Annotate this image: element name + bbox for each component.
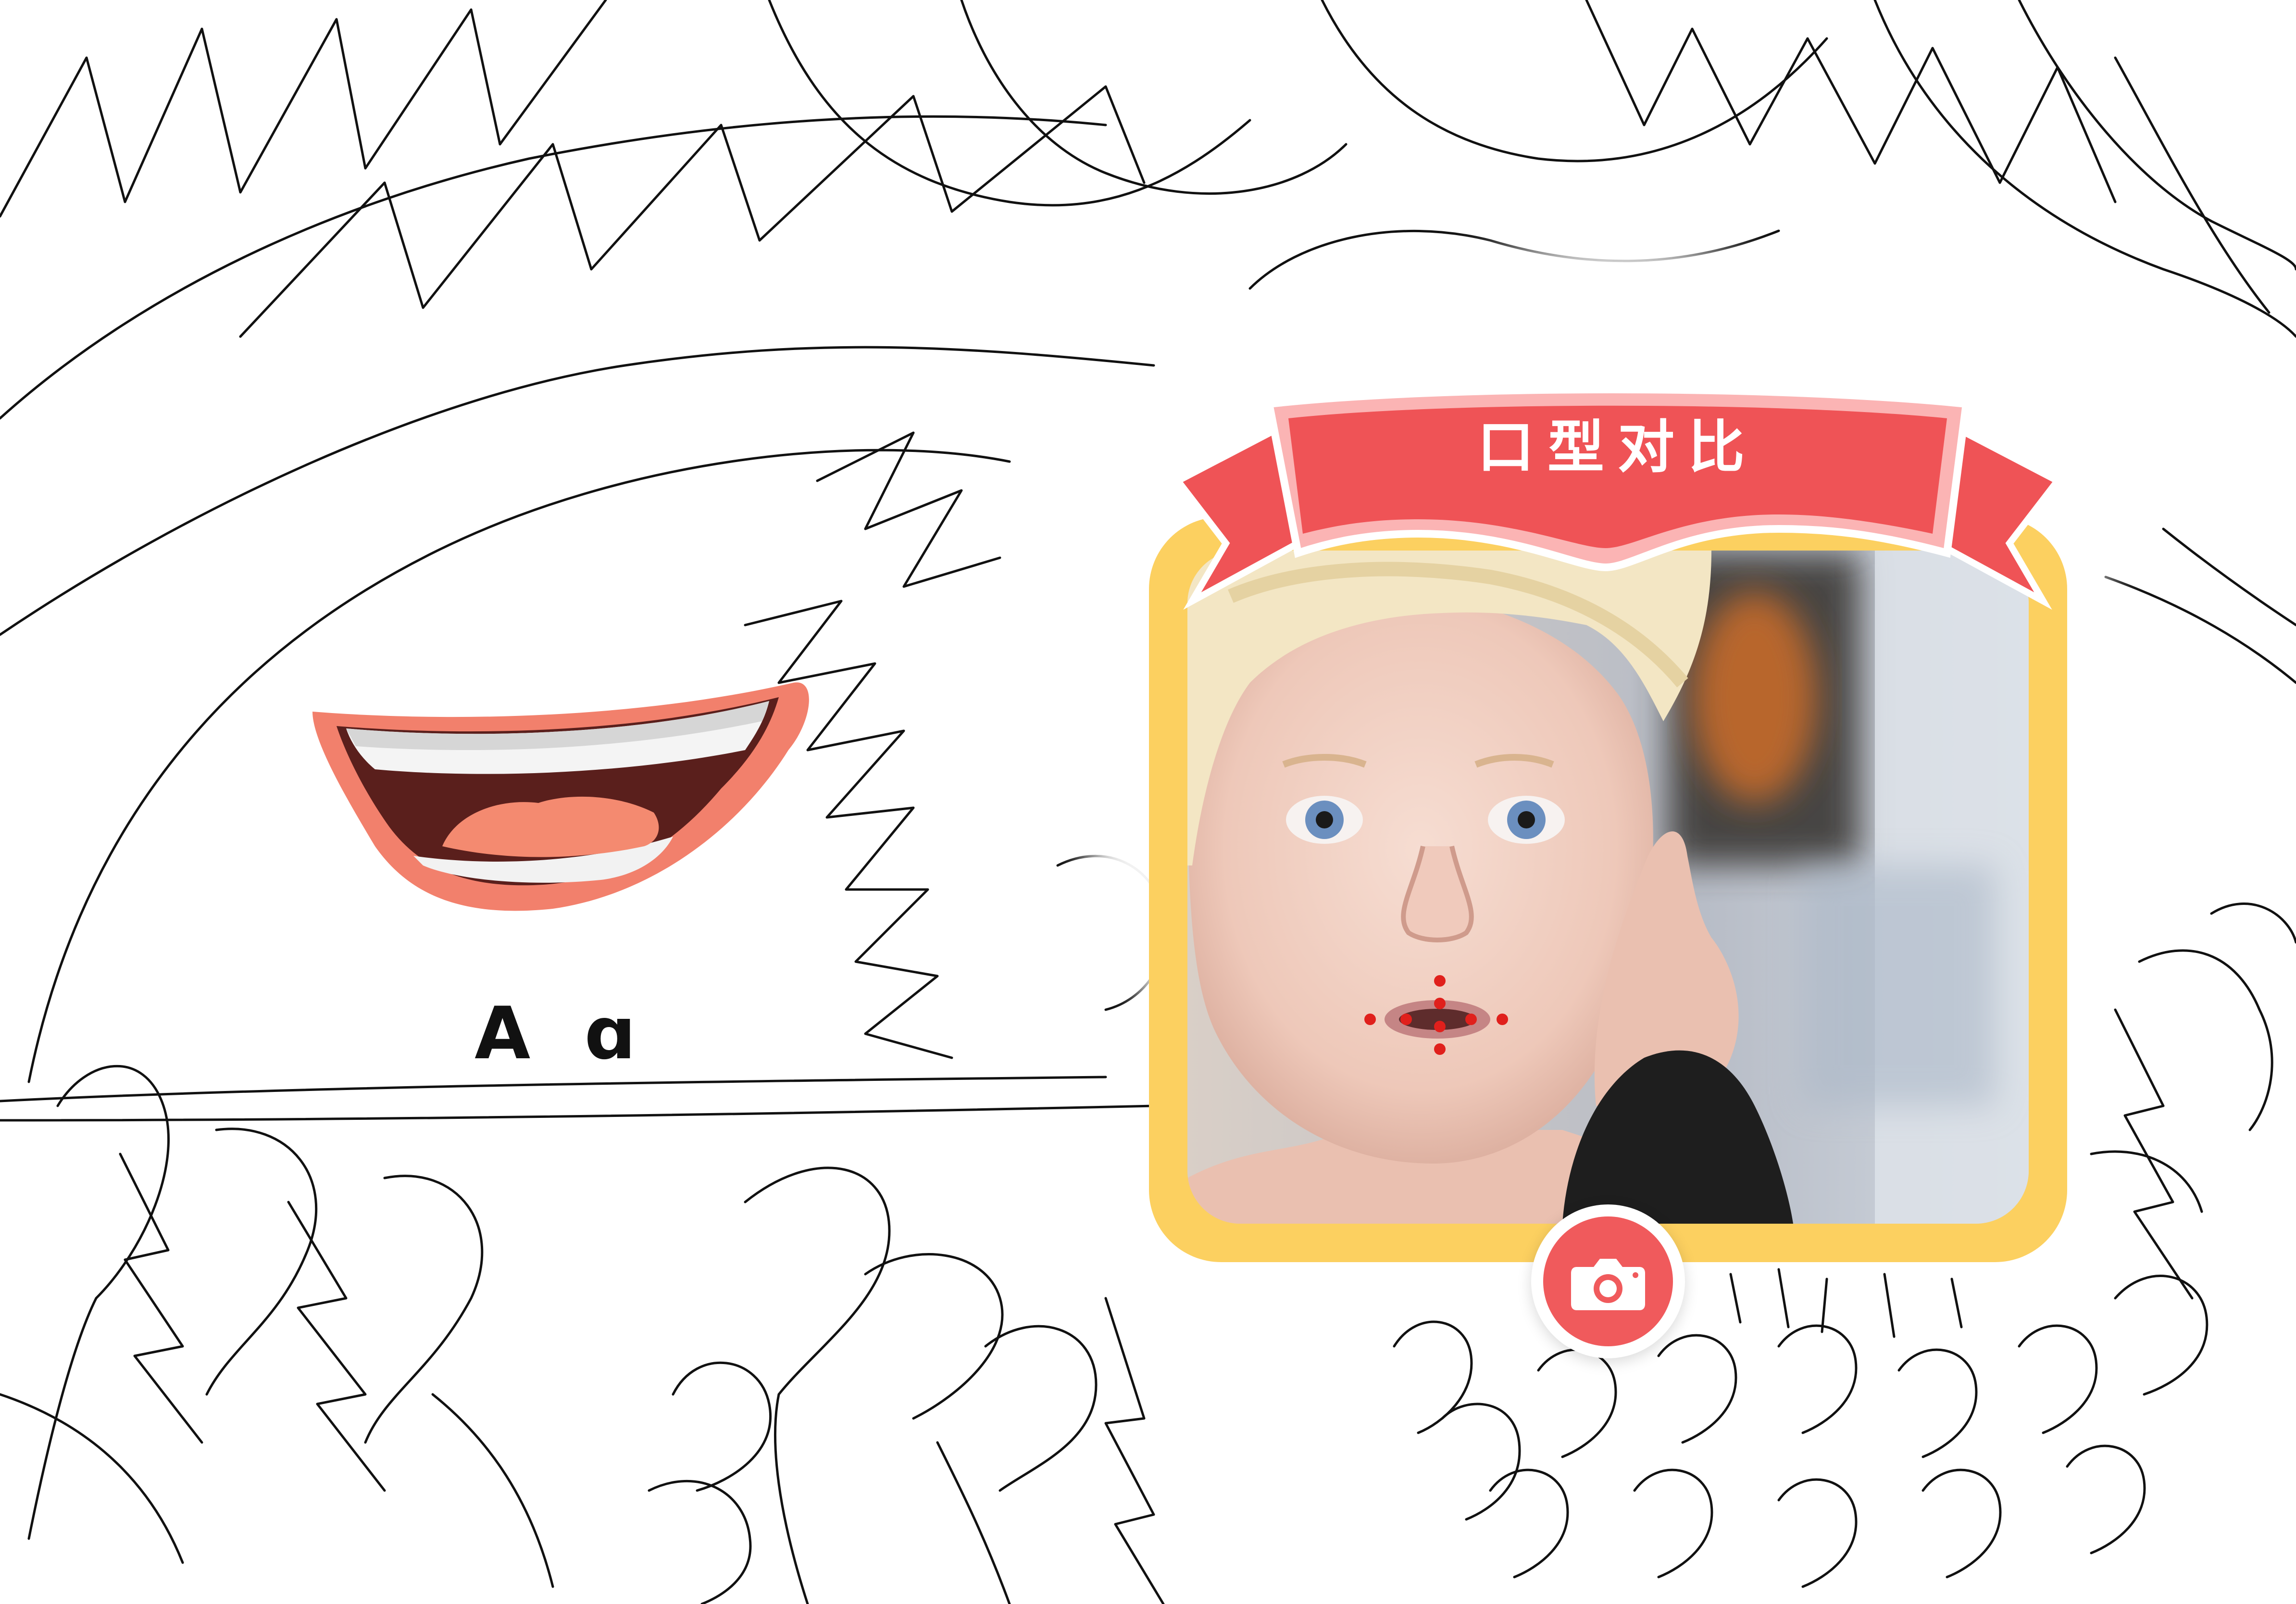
- camera-button[interactable]: [1531, 1204, 1685, 1358]
- open-mouth-icon: [312, 682, 809, 911]
- coloring-background-scene: [0, 0, 2296, 1604]
- phonetic-letter-label: A ɑ: [474, 992, 650, 1076]
- panel-title: 口型对比: [1477, 414, 1758, 480]
- camera-preview-photo: [1187, 551, 2029, 1224]
- camera-icon: [1571, 1259, 1645, 1310]
- camera-button-inner: [1543, 1216, 1673, 1346]
